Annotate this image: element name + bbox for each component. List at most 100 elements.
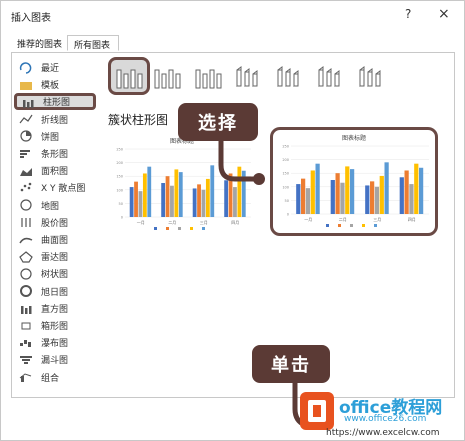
subtype-3d-100-stacked-column[interactable] [313,59,349,93]
sidebar-item-line-chart[interactable]: 折线图 [15,111,103,128]
sidebar-item-radar-chart[interactable]: 雷达图 [15,248,103,265]
chart-bar [365,185,370,214]
preview-title: 图表标题 [342,134,366,142]
chart-bar [165,176,170,217]
bar-chart-icon [19,148,33,160]
chart-bar [197,184,201,217]
y-tick-label: 100 [282,185,289,189]
sidebar-item-histogram-chart[interactable]: 直方图 [15,300,103,317]
help-button[interactable]: ? [405,7,411,21]
recent-icon [19,61,33,74]
sidebar-item-scatter-chart[interactable]: X Y 散点图 [15,179,103,196]
office-logo-icon [300,392,334,430]
sidebar-item-column-chart[interactable]: 柱形图 [14,93,96,111]
sidebar-item-funnel-chart[interactable]: 漏斗图 [15,351,103,368]
sidebar-item-sunburst-chart[interactable]: 旭日图 [15,283,103,300]
legend-swatch [190,227,193,230]
map-chart-icon [19,199,33,211]
chart-bar [409,184,414,214]
chart-bar [418,167,424,214]
click-callout: 单击 [252,345,330,383]
sidebar-item-surface-chart[interactable]: 曲面图 [15,231,103,248]
100-stacked-column-icon [195,69,222,89]
select-callout-pointer [218,139,265,185]
sidebar-item-map-chart[interactable]: 地图 [15,197,103,214]
subtype-3d-clustered-column[interactable] [231,59,267,93]
chart-bar [201,189,206,217]
legend-swatch [338,224,341,227]
tab-all-charts[interactable]: 所有图表 [67,35,119,51]
3d-stacked-column-icon [277,66,299,87]
legend-swatch [178,227,181,230]
sidebar-item-label: 旭日图 [41,287,69,298]
x-tick-label: 二月 [168,220,176,225]
chart-preview-option-2[interactable]: 图表标题 0 50 100 150 200 250 一月 二月 三月 四月 [270,127,438,236]
chart-bar [310,170,315,214]
legend-swatch [374,224,377,227]
chart-bar [335,173,340,214]
chart-bar [315,163,320,214]
sunburst-chart-icon [19,285,33,298]
chart-bar [379,175,384,214]
subtype-100-stacked-column[interactable] [190,59,226,93]
legend-swatch [202,227,205,230]
sidebar-item-combo-chart[interactable]: 组合 [15,369,103,386]
chart-bar [349,169,355,214]
sidebar-item-template-folder[interactable]: 模板 [15,76,103,93]
legend-swatch [350,224,353,227]
stock-chart-icon [19,216,33,228]
x-tick-label: 四月 [408,217,416,222]
chart-bar [296,184,301,214]
subtype-stacked-column[interactable] [149,59,185,93]
subtype-3d-column[interactable] [354,59,390,93]
x-tick-label: 四月 [231,220,239,225]
sidebar-item-label: 组合 [41,373,60,384]
y-tick-label: 50 [119,202,123,206]
sidebar-item-label: 饼图 [41,132,60,143]
sidebar-item-label: 最近 [41,64,60,74]
3d-100-stacked-column-icon [318,66,340,87]
x-tick-label: 三月 [200,220,208,225]
sidebar-item-bar-chart[interactable]: 条形图 [15,145,103,162]
funnel-chart-icon [19,354,33,366]
sidebar-item-label: 漏斗图 [41,356,69,367]
subtype-3d-stacked-column[interactable] [272,59,308,93]
chart-bar [178,172,183,217]
subtype-clustered-column[interactable] [108,57,150,95]
stacked-column-icon [154,69,181,89]
y-tick-label: 200 [116,161,123,165]
3d-clustered-column-icon [236,66,258,87]
line-chart-icon [19,113,33,125]
legend-swatch [154,227,157,230]
sidebar-item-label: 柱形图 [43,98,71,109]
chart-bar [340,182,345,214]
sidebar-item-label: 瀑布图 [41,339,69,350]
chart-bar [192,188,197,217]
chart-bar [138,191,143,217]
sidebar-item-stock-chart[interactable]: 股价图 [15,214,103,231]
sidebar-item-box-chart[interactable]: 箱形图 [15,317,103,334]
chart-bar [384,162,389,214]
chart-preview-2-svg: 图表标题 0 50 100 150 200 250 一月 二月 三月 四月 [282,134,429,227]
tab-recommended-charts[interactable]: 推荐的图表 [11,35,66,51]
sidebar-item-label: 条形图 [41,150,69,160]
chart-bar [170,185,174,217]
sidebar-item-pie-chart[interactable]: 饼图 [15,128,103,145]
x-tick-label: 一月 [137,220,145,225]
chart-bar [414,163,419,214]
y-tick-label: 0 [287,213,289,217]
combo-chart-icon [19,371,33,383]
sidebar-item-label: 箱形图 [41,322,69,332]
chart-bar [370,181,375,214]
chart-bar [161,183,166,217]
sidebar-item-label: 模板 [41,81,60,92]
close-button[interactable]: × [438,6,450,22]
y-tick-label: 50 [285,199,289,203]
sidebar-item-label: 股价图 [41,218,69,229]
sidebar-item-treemap-chart[interactable]: 树状图 [15,265,103,282]
sidebar-item-area-chart[interactable]: 面积图 [15,162,103,179]
sidebar-item-recent[interactable]: 最近 [15,59,103,76]
chart-bar [129,187,134,217]
sidebar-item-waterfall-chart[interactable]: 瀑布图 [15,334,103,351]
insert-chart-dialog: 插入图表 ? × 推荐的图表 所有图表 最近 模板 柱形图 折线图 饼图 条形图 面积图 X … [0,0,465,441]
